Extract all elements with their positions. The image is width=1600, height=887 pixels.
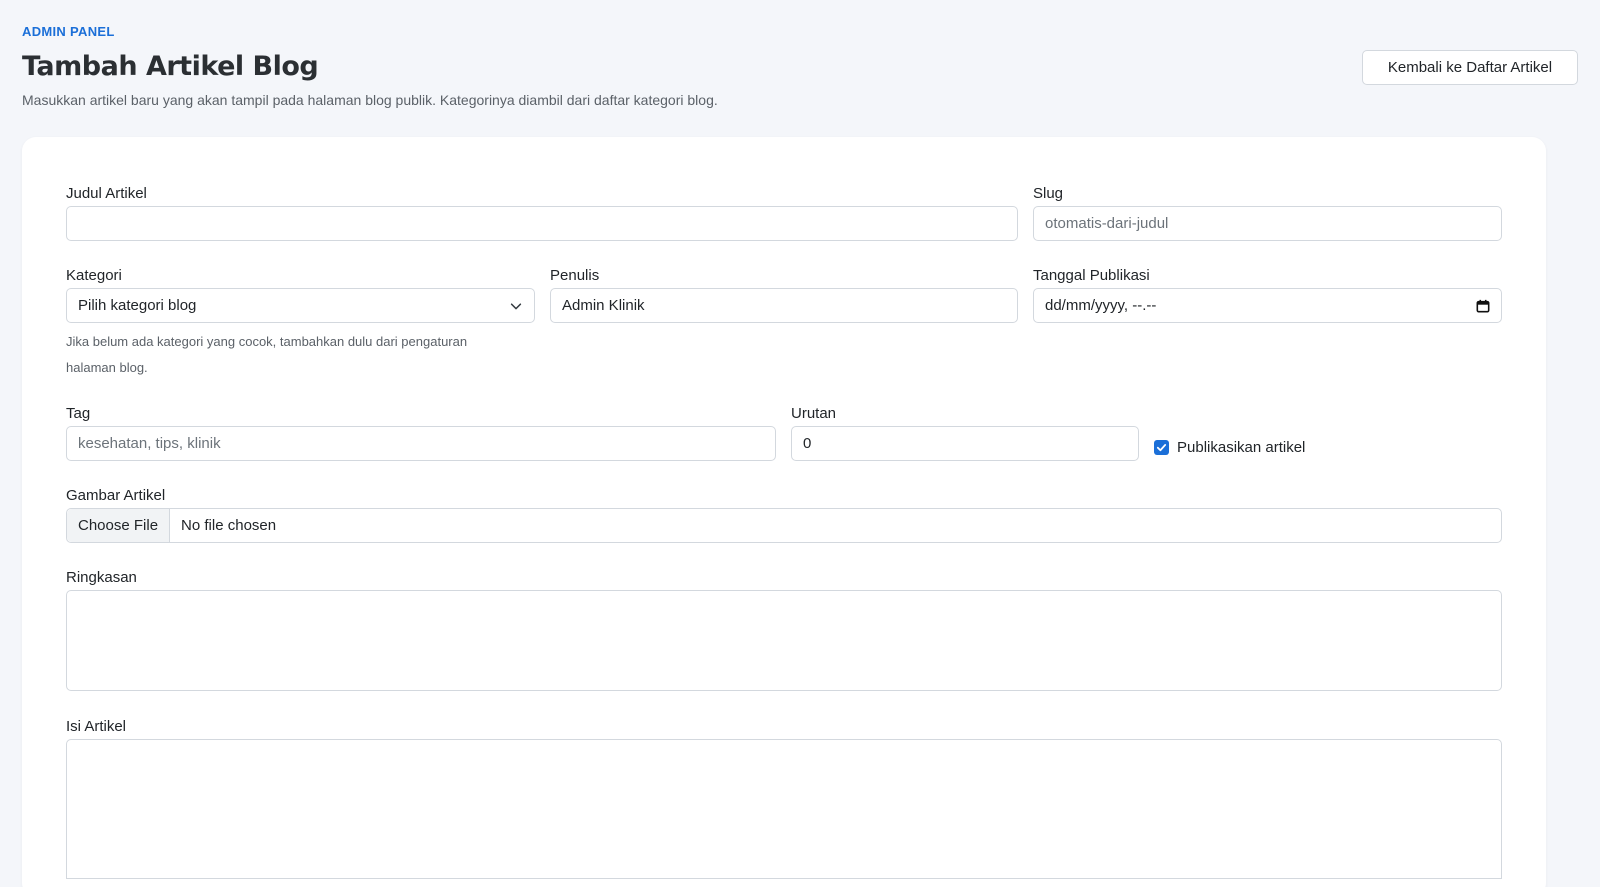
tag-label: Tag <box>66 405 91 422</box>
publish-checkbox[interactable] <box>1154 440 1169 455</box>
publish-checkbox-label: Publikasikan artikel <box>1177 439 1306 456</box>
content-label: Isi Artikel <box>66 718 127 735</box>
calendar-icon[interactable] <box>1476 299 1490 313</box>
title-field: Judul Artikel <box>66 185 1018 241</box>
check-icon <box>1156 444 1167 452</box>
page-header: ADMIN PANEL Tambah Artikel Blog Masukkan… <box>22 24 1578 108</box>
eyebrow-label: ADMIN PANEL <box>22 24 115 39</box>
author-field: Penulis <box>550 267 1018 323</box>
title-label: Judul Artikel <box>66 185 147 202</box>
slug-field: Slug <box>1033 185 1502 241</box>
category-select[interactable]: Pilih kategori blog <box>66 288 535 323</box>
author-input[interactable] <box>550 288 1018 323</box>
author-label: Penulis <box>550 267 600 284</box>
slug-input[interactable] <box>1033 206 1502 241</box>
image-file-input[interactable]: Choose File No file chosen <box>66 508 1502 543</box>
file-status: No file chosen <box>181 517 277 534</box>
slug-label: Slug <box>1033 185 1064 202</box>
chevron-down-icon <box>510 302 522 309</box>
category-help-text: Jika belum ada kategori yang cocok, tamb… <box>66 334 468 375</box>
order-field: Urutan <box>791 405 1139 461</box>
category-label: Kategori <box>66 267 122 284</box>
publish-date-input[interactable]: dd/mm/yyyy, --.-- <box>1033 288 1502 323</box>
summary-label: Ringkasan <box>66 569 137 586</box>
publish-date-field: Tanggal Publikasi dd/mm/yyyy, --.-- <box>1033 267 1502 323</box>
title-input[interactable] <box>66 206 1018 241</box>
tag-field: Tag <box>66 405 776 461</box>
summary-field: Ringkasan <box>66 569 1502 699</box>
summary-textarea[interactable] <box>66 590 1502 691</box>
content-textarea[interactable] <box>66 739 1502 879</box>
order-input[interactable] <box>791 426 1139 461</box>
publish-date-label: Tanggal Publikasi <box>1033 267 1150 284</box>
back-to-list-button[interactable]: Kembali ke Daftar Artikel <box>1362 50 1578 85</box>
page-description: Masukkan artikel baru yang akan tampil p… <box>22 92 718 108</box>
choose-file-button[interactable]: Choose File <box>67 509 171 542</box>
page-title: Tambah Artikel Blog <box>22 51 319 82</box>
content-field: Isi Artikel <box>66 718 1502 887</box>
tag-input[interactable] <box>66 426 776 461</box>
category-field: Kategori Pilih kategori blog Jika belum … <box>66 267 535 387</box>
publish-date-placeholder: dd/mm/yyyy, --.-- <box>1045 297 1157 314</box>
publish-checkbox-wrap[interactable]: Publikasikan artikel <box>1154 439 1305 456</box>
form-card: Judul Artikel Slug Kategori Pilih katego… <box>22 137 1546 887</box>
image-field: Gambar Artikel Choose File No file chose… <box>66 487 1502 543</box>
category-selected-value: Pilih kategori blog <box>78 297 197 314</box>
image-label: Gambar Artikel <box>66 487 166 504</box>
order-label: Urutan <box>791 405 837 422</box>
